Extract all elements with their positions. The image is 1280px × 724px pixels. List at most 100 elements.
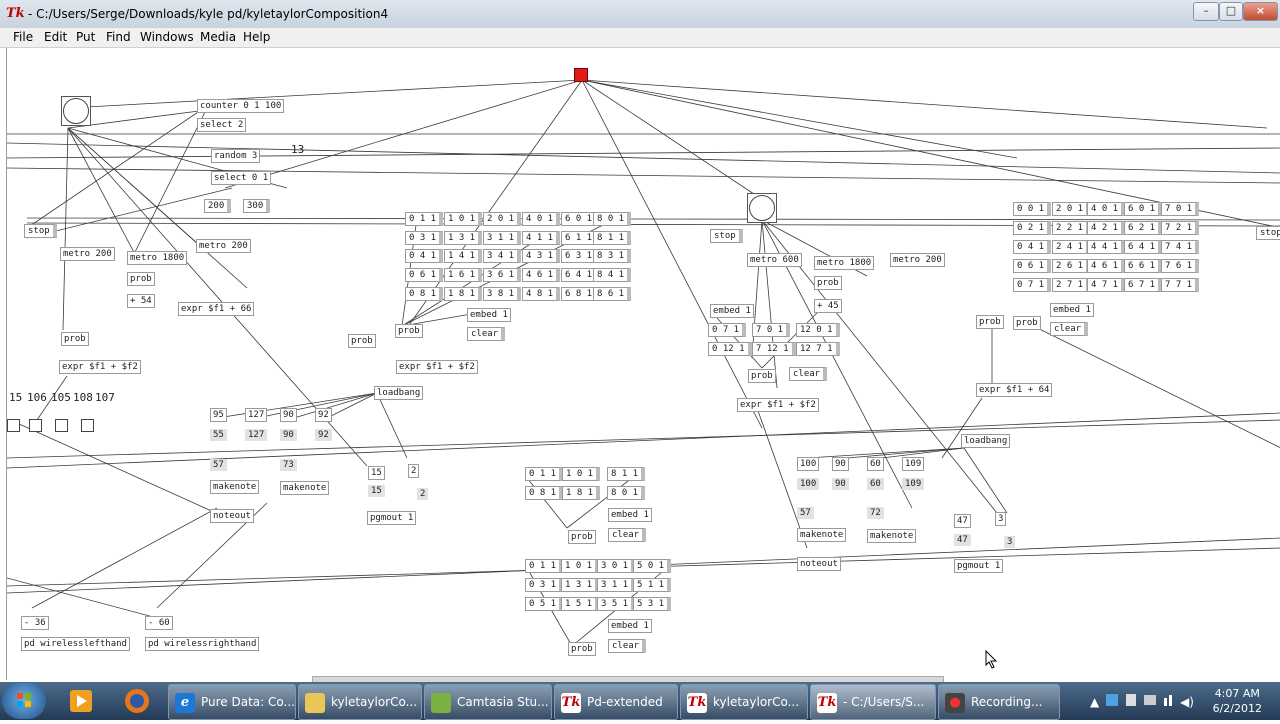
makenote-4[interactable]: makenote <box>867 529 917 543</box>
msg-c1[interactable]: 0 8 1 <box>525 486 564 500</box>
msg-small[interactable]: 12 0 1 <box>796 323 840 337</box>
toggle-box[interactable] <box>55 419 68 432</box>
prob-mid[interactable]: prob <box>395 324 423 338</box>
msg-mid[interactable]: 4 6 1 <box>522 268 561 282</box>
embed-small[interactable]: embed 1 <box>710 304 754 318</box>
clear-small[interactable]: clear <box>789 367 828 381</box>
msg-c1[interactable]: 8 0 1 <box>607 486 646 500</box>
note-number[interactable]: 90 <box>832 457 849 471</box>
program-number[interactable]: 3 <box>995 512 1007 526</box>
random-object[interactable]: random 3 <box>211 149 261 163</box>
menu-windows[interactable]: Windows <box>140 30 194 44</box>
embed-c2[interactable]: embed 1 <box>608 619 652 633</box>
taskbar-button-active-patch[interactable]: Tk - C:/Users/S... <box>810 684 936 720</box>
note-number[interactable]: 100 <box>797 457 820 471</box>
program-number[interactable]: 47 <box>954 514 971 528</box>
msg-mid[interactable]: 1 3 1 <box>444 231 483 245</box>
taskbar-button-camtasia[interactable]: Camtasia Stu... <box>424 684 552 720</box>
taskbar-button-kyletaylor[interactable]: Tk kyletaylorCo... <box>680 684 808 720</box>
msg-right[interactable]: 6 4 1 <box>1124 240 1163 254</box>
taskbar-button-pd-extended[interactable]: Tk Pd-extended <box>554 684 678 720</box>
taskbar-button-folder[interactable]: kyletaylorCo... <box>298 684 422 720</box>
prob-c2[interactable]: prob <box>568 642 596 656</box>
note-value[interactable]: 57 <box>210 459 227 471</box>
msg-right[interactable]: 7 7 1 <box>1161 278 1200 292</box>
msg-right[interactable]: 2 6 1 <box>1052 259 1091 273</box>
msg-right[interactable]: 2 2 1 <box>1052 221 1091 235</box>
minimize-button[interactable]: – <box>1193 2 1219 21</box>
msg-mid[interactable]: 1 6 1 <box>444 268 483 282</box>
menu-put[interactable]: Put <box>76 30 95 44</box>
msg-mid[interactable]: 0 3 1 <box>405 231 444 245</box>
msg-mid[interactable]: 3 8 1 <box>483 287 522 301</box>
pd-wirelesslefthand[interactable]: pd wirelesslefthand <box>21 637 130 651</box>
msg-right[interactable]: 7 6 1 <box>1161 259 1200 273</box>
clear-mid[interactable]: clear <box>467 327 506 341</box>
msg-right[interactable]: 4 4 1 <box>1087 240 1126 254</box>
clear-right[interactable]: clear <box>1050 322 1089 336</box>
msg-right[interactable]: 4 0 1 <box>1087 202 1126 216</box>
note-value[interactable]: 57 <box>797 507 814 519</box>
msg-mid[interactable]: 8 0 1 <box>593 212 632 226</box>
note-number[interactable]: 127 <box>245 408 268 422</box>
msg-mid[interactable]: 4 0 1 <box>522 212 561 226</box>
msg-right[interactable]: 4 7 1 <box>1087 278 1126 292</box>
note-value[interactable]: 100 <box>797 478 820 490</box>
msg-200[interactable]: 200 <box>204 199 232 213</box>
note-number[interactable]: 92 <box>315 408 332 422</box>
prob-right[interactable]: prob <box>976 315 1004 329</box>
menu-file[interactable]: File <box>13 30 33 44</box>
stop-message-edge[interactable]: stop <box>1256 226 1280 240</box>
msg-right[interactable]: 2 0 1 <box>1052 202 1091 216</box>
msg-mid[interactable]: 1 8 1 <box>444 287 483 301</box>
msg-c2[interactable]: 0 5 1 <box>525 597 564 611</box>
embed-c1[interactable]: embed 1 <box>608 508 652 522</box>
makenote-1[interactable]: makenote <box>210 480 260 494</box>
stop-message-right[interactable]: stop <box>710 229 743 243</box>
toggle-box[interactable] <box>81 419 94 432</box>
program-value[interactable]: 15 <box>368 485 385 497</box>
msg-right[interactable]: 7 0 1 <box>1161 202 1200 216</box>
msg-small[interactable]: 7 12 1 <box>752 342 796 356</box>
note-value[interactable]: 90 <box>280 429 297 441</box>
menu-find[interactable]: Find <box>106 30 131 44</box>
program-value[interactable]: 2 <box>417 488 429 500</box>
msg-c2[interactable]: 5 0 1 <box>633 559 672 573</box>
prob-embed[interactable]: prob <box>748 369 776 383</box>
msg-c2[interactable]: 0 1 1 <box>525 559 564 573</box>
noteout-1[interactable]: noteout <box>210 509 254 523</box>
toggle-box[interactable] <box>7 419 20 432</box>
msg-small[interactable]: 7 0 1 <box>752 323 791 337</box>
maximize-button[interactable]: □ <box>1219 2 1243 21</box>
msg-c2[interactable]: 1 3 1 <box>561 578 600 592</box>
embed-right[interactable]: embed 1 <box>1050 303 1094 317</box>
msg-right[interactable]: 7 2 1 <box>1161 221 1200 235</box>
msg-mid[interactable]: 4 3 1 <box>522 249 561 263</box>
pgmout-1[interactable]: pgmout 1 <box>367 511 417 525</box>
prob-object-3[interactable]: prob <box>348 334 376 348</box>
metro-600[interactable]: metro 600 <box>747 253 802 267</box>
taskbar-button-recording[interactable]: ● Recording... <box>938 684 1060 720</box>
msg-mid[interactable]: 2 0 1 <box>483 212 522 226</box>
program-number[interactable]: 15 <box>368 466 385 480</box>
prob-object-2[interactable]: prob <box>61 332 89 346</box>
msg-300[interactable]: 300 <box>243 199 271 213</box>
note-number[interactable]: 90 <box>280 408 297 422</box>
msg-small[interactable]: 0 7 1 <box>708 323 747 337</box>
loadbang-left[interactable]: loadbang <box>374 386 424 400</box>
msg-right[interactable]: 4 6 1 <box>1087 259 1126 273</box>
metro-1800-a[interactable]: metro 1800 <box>127 251 188 265</box>
msg-right[interactable]: 4 2 1 <box>1087 221 1126 235</box>
select-0-1-object[interactable]: select 0 1 <box>211 171 272 185</box>
start-button[interactable] <box>2 683 46 719</box>
msg-c1[interactable]: 1 0 1 <box>562 467 601 481</box>
metro-200-a[interactable]: metro 200 <box>60 247 115 261</box>
expr-66-object[interactable]: expr $f1 + 66 <box>178 302 255 316</box>
msg-mid[interactable]: 1 4 1 <box>444 249 483 263</box>
msg-c1[interactable]: 1 8 1 <box>562 486 601 500</box>
msg-right[interactable]: 7 4 1 <box>1161 240 1200 254</box>
note-value[interactable]: 127 <box>245 429 268 441</box>
note-value[interactable]: 90 <box>832 478 849 490</box>
msg-mid[interactable]: 8 6 1 <box>593 287 632 301</box>
msg-mid[interactable]: 8 3 1 <box>593 249 632 263</box>
